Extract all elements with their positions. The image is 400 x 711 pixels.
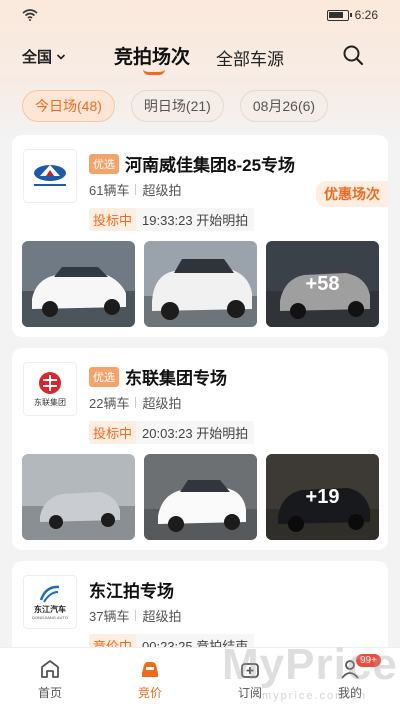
chip-tomorrow[interactable]: 明日场(21) xyxy=(130,90,224,122)
clock: 6:26 xyxy=(354,8,378,22)
auction-level: 超级拍 xyxy=(142,396,182,411)
more-photos-count: +19 xyxy=(266,454,379,540)
status-tag: 投标中 xyxy=(89,421,137,444)
car-photo[interactable] xyxy=(144,454,257,540)
session-card[interactable]: 优选 河南威佳集团8-25专场 61辆车 超级拍 优惠场次 投标中 19:33:… xyxy=(12,135,388,337)
chevron-down-icon xyxy=(56,53,66,60)
dealer-logo: 东江汽车 DONGJIANG AUTO xyxy=(23,575,77,629)
region-label: 全国 xyxy=(22,49,53,66)
auction-car-icon xyxy=(142,662,158,677)
logo-text: 东江汽车 xyxy=(34,605,66,614)
dealer-logo: 东联集团 xyxy=(23,362,77,416)
session-title: 东江拍专场 xyxy=(89,582,174,601)
chip-today[interactable]: 今日场(48) xyxy=(22,90,115,122)
nav-auction-label: 竞价 xyxy=(137,686,162,700)
date-filter-chips: 今日场(48) 明日场(21) 08月26(6) xyxy=(22,90,329,122)
featured-tag: 优选 xyxy=(89,153,119,174)
promo-badge: 优惠场次 xyxy=(316,181,388,207)
wifi-icon xyxy=(22,9,38,21)
session-title: 河南威佳集团8-25专场 xyxy=(125,156,296,175)
car-count: 37辆车 xyxy=(89,609,130,624)
tab-auction-sessions[interactable]: 竞拍场次 xyxy=(114,42,190,69)
nav-home[interactable]: 首页 xyxy=(0,648,100,711)
tab-all-vehicles[interactable]: 全部车源 xyxy=(216,45,284,70)
car-photo[interactable] xyxy=(144,241,257,327)
auction-level: 超级拍 xyxy=(142,183,182,198)
car-photo[interactable] xyxy=(22,454,135,540)
top-nav: 全国 竞拍场次 全部车源 xyxy=(0,36,400,80)
battery-icon xyxy=(326,9,352,21)
featured-tag: 优选 xyxy=(89,366,119,387)
session-card[interactable]: 东联集团 优选 东联集团专场 22辆车 超级拍 投标中 20:03:23 开始明… xyxy=(12,348,388,550)
nav-home-label: 首页 xyxy=(37,686,62,700)
dealer-logo xyxy=(23,149,77,203)
status-time: 19:33:23 开始明拍 xyxy=(136,208,255,231)
car-count: 22辆车 xyxy=(89,396,130,411)
car-count: 61辆车 xyxy=(89,183,130,198)
car-photos: +19 xyxy=(22,454,379,540)
car-photos: +58 xyxy=(22,241,379,327)
status-time: 20:03:23 开始明拍 xyxy=(136,421,255,444)
dongjiang-logo-icon xyxy=(39,585,60,603)
status-tag: 投标中 xyxy=(89,208,137,231)
chip-aug-26[interactable]: 08月26(6) xyxy=(239,90,329,122)
region-selector[interactable]: 全国 xyxy=(22,46,66,67)
session-title: 东联集团专场 xyxy=(125,369,227,388)
active-tab-indicator xyxy=(143,69,165,75)
watermark-url: myprice.com.cn xyxy=(262,690,368,702)
auction-level: 超级拍 xyxy=(142,609,182,624)
car-photo-more[interactable]: +19 xyxy=(266,454,379,540)
car-photo[interactable] xyxy=(22,241,135,327)
nav-auction[interactable]: 竞价 xyxy=(100,648,200,711)
car-photo-more[interactable]: +58 xyxy=(266,241,379,327)
donglian-logo-icon xyxy=(39,371,61,394)
weijia-logo-icon xyxy=(34,165,66,186)
logo-subtext: DONGJIANG AUTO xyxy=(32,615,68,620)
status-bar: 6:26 xyxy=(0,0,400,30)
more-photos-count: +58 xyxy=(266,241,379,327)
watermark: MyPrice xyxy=(222,640,398,689)
home-icon xyxy=(41,660,59,678)
search-icon[interactable] xyxy=(342,44,364,66)
logo-text: 东联集团 xyxy=(34,397,66,407)
